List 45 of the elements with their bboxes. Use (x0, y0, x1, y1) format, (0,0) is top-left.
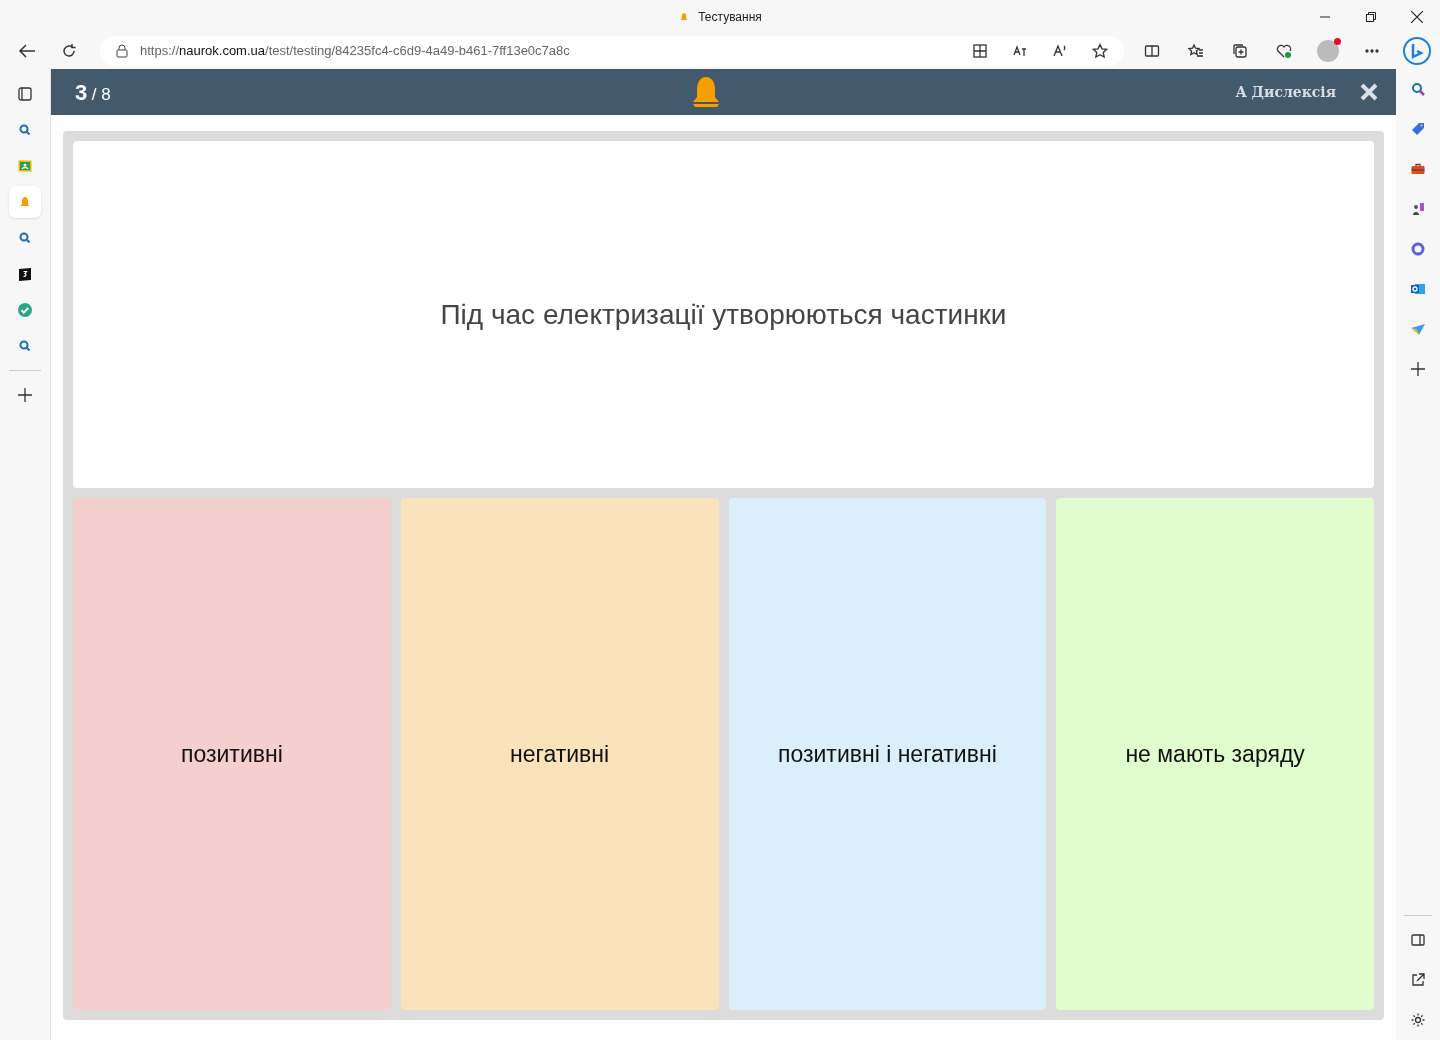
mail-app-icon[interactable] (1410, 281, 1426, 297)
add-icon[interactable] (1410, 361, 1426, 377)
answer-option[interactable]: позитивні (73, 498, 391, 1010)
address-bar[interactable]: https://naurok.com.ua/test/testing/84235fc4-c6d9-4a49-b461-7ff13e0c7a8c (100, 36, 1124, 66)
number-icon[interactable] (17, 266, 33, 282)
reload-icon[interactable] (61, 43, 77, 59)
question-text: Під час електризації утворюються частинки (440, 297, 1007, 332)
sidebar-panel-icon[interactable] (1410, 932, 1426, 948)
classroom-icon[interactable] (17, 158, 33, 174)
add-icon[interactable] (17, 387, 33, 403)
paper-plane-icon[interactable] (1410, 321, 1426, 337)
tab-panel-icon[interactable] (17, 86, 33, 102)
answer-option[interactable]: негативні (400, 498, 719, 1010)
ring-logo-icon[interactable] (1410, 241, 1426, 257)
restore-icon[interactable] (1366, 11, 1376, 22)
close-icon[interactable] (1411, 10, 1423, 23)
favorites-icon[interactable] (1188, 43, 1204, 59)
dyslexia-button[interactable]: A Дислексія (1235, 81, 1336, 103)
search-icon[interactable] (17, 122, 33, 138)
check-icon[interactable] (17, 302, 33, 318)
read-aloud-icon[interactable] (1052, 43, 1068, 59)
tag-icon[interactable] (1410, 121, 1426, 137)
settings-icon[interactable] (1410, 1012, 1426, 1028)
split-screen-icon[interactable] (1144, 43, 1160, 59)
lock-icon (116, 44, 128, 58)
answer-option[interactable]: позитивні і негативні (728, 498, 1047, 1010)
toolbox-icon[interactable] (1410, 161, 1426, 177)
bell-logo-icon (690, 75, 721, 109)
chess-pieces-icon[interactable] (1410, 201, 1426, 217)
search-icon[interactable] (17, 338, 33, 354)
translate-icon[interactable] (1012, 43, 1028, 59)
chat-logo-icon[interactable] (1402, 36, 1432, 66)
profile-avatar[interactable] (1317, 40, 1339, 62)
search-icon[interactable] (1410, 81, 1426, 97)
question-counter: 3 / 8 (75, 78, 111, 107)
collections-icon[interactable] (1232, 43, 1248, 59)
star-icon[interactable] (1092, 43, 1108, 59)
url-text: https://naurok.com.ua/test/testing/84235fc4-c6d9-4a49-b461-7ff13e0c7a8c (140, 42, 570, 61)
back-icon[interactable] (18, 43, 36, 59)
search-icon[interactable] (17, 230, 33, 246)
answer-option[interactable]: не мають заряду (1056, 498, 1374, 1010)
app-grid-icon[interactable] (972, 43, 988, 59)
window-title: Тестування (698, 9, 762, 26)
health-heart-icon[interactable] (1276, 43, 1292, 59)
external-link-icon[interactable] (1410, 972, 1426, 988)
